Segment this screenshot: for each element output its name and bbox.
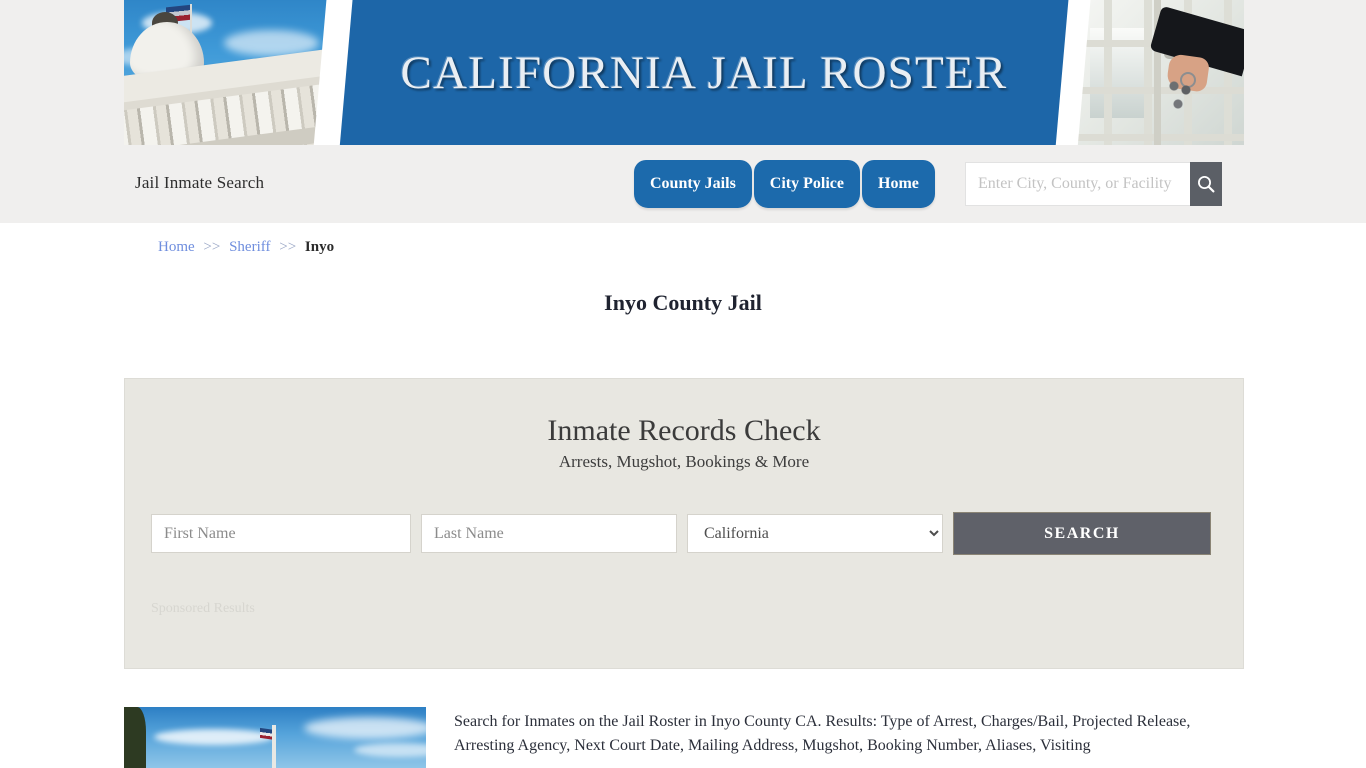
breadcrumb-link-home[interactable]: Home xyxy=(158,239,195,255)
nav-tabs: County Jails City Police Home xyxy=(634,160,937,208)
inmate-records-panel: Inmate Records Check Arrests, Mugshot, B… xyxy=(124,378,1244,669)
panel-heading: Inmate Records Check xyxy=(547,414,821,447)
site-banner: CALIFORNIA JAIL ROSTER xyxy=(124,0,1244,145)
sponsored-results-label: Sponsored Results xyxy=(151,601,255,616)
capitol-building-image xyxy=(124,0,336,145)
last-name-input[interactable] xyxy=(421,514,677,553)
breadcrumb-separator-2: >> xyxy=(279,239,297,255)
article-thumbnail[interactable] xyxy=(124,707,426,768)
nav-search-input[interactable] xyxy=(965,162,1190,206)
nav-tab-city-police-label: City Police xyxy=(769,175,844,192)
nav-search-button[interactable] xyxy=(1190,162,1222,206)
first-name-input[interactable] xyxy=(151,514,411,553)
navbar: Jail Inmate Search County Jails City Pol… xyxy=(124,145,1244,223)
breadcrumb-separator-1: >> xyxy=(203,239,221,255)
page-root: CALIFORNIA JAIL ROSTER Jail Inmate Searc… xyxy=(0,0,1366,768)
banner-title-text: CALIFORNIA JAIL ROSTER xyxy=(400,46,1008,99)
page-title: Inyo County Jail xyxy=(604,290,762,315)
nav-tab-home-label: Home xyxy=(878,175,919,192)
jail-door-image xyxy=(1072,0,1244,145)
panel-subheading: Arrests, Mugshot, Bookings & More xyxy=(558,452,810,471)
nav-tab-city-police[interactable]: City Police xyxy=(753,160,860,208)
search-icon xyxy=(1198,176,1215,193)
nav-tab-county-jails[interactable]: County Jails xyxy=(634,160,752,208)
article-paragraph: Search for Inmates on the Jail Roster in… xyxy=(454,713,1191,754)
nav-search xyxy=(965,162,1222,206)
breadcrumb-current: Inyo xyxy=(304,239,335,255)
breadcrumb-link-sheriff[interactable]: Sheriff xyxy=(229,239,270,255)
inmate-search-form: California SEARCH xyxy=(151,512,1211,555)
nav-tab-home[interactable]: Home xyxy=(862,160,935,208)
breadcrumb: Home >> Sheriff >> Inyo xyxy=(158,239,334,256)
site-title: Jail Inmate Search xyxy=(135,173,265,192)
search-submit-button[interactable]: SEARCH xyxy=(953,512,1211,555)
banner-title: CALIFORNIA JAIL ROSTER xyxy=(336,0,1072,145)
state-select[interactable]: California xyxy=(687,514,943,553)
nav-tab-county-jails-label: County Jails xyxy=(650,175,736,192)
